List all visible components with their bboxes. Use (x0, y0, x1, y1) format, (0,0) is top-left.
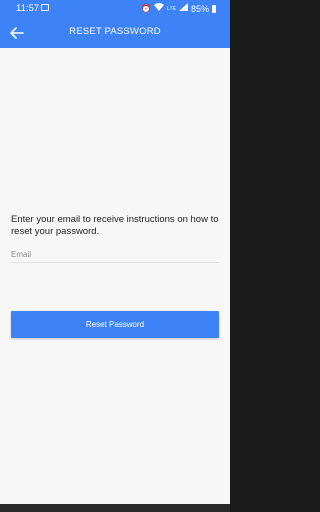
reset-password-screen: 11:57 ⏰ LTE 85% RESET PASSWORD Enter you… (0, 0, 230, 512)
status-bar: 11:57 ⏰ LTE 85% (0, 0, 230, 18)
network-type-label: LTE (167, 5, 176, 12)
page-title: RESET PASSWORD (69, 26, 161, 37)
status-time: 11:57 (16, 3, 40, 14)
gallery-notification-icon (41, 4, 49, 11)
instructions-text: Enter your email to receive instructions… (11, 214, 219, 237)
battery-icon (212, 4, 216, 13)
battery-percentage: 85% (190, 3, 209, 14)
toolbar: RESET PASSWORD (0, 18, 230, 48)
wifi-icon (154, 3, 165, 14)
alarm-icon: ⏰ (141, 3, 152, 13)
app-bar: 11:57 ⏰ LTE 85% RESET PASSWORD (0, 0, 230, 48)
signal-icon (178, 3, 188, 14)
email-field[interactable] (11, 246, 219, 263)
navigation-bar (0, 504, 230, 512)
reset-password-button[interactable]: Reset Password (11, 311, 219, 338)
status-icons: ⏰ LTE 85% (141, 3, 216, 14)
